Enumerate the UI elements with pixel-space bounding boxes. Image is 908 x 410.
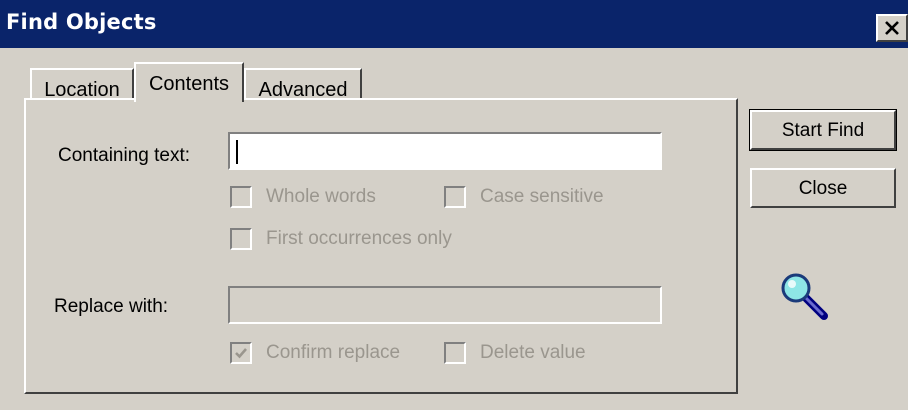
find-objects-dialog: Find Objects Location Contents Advanced … (0, 0, 908, 410)
tab-contents-label: Contents (148, 73, 230, 95)
case-sensitive-label: Case sensitive (480, 186, 604, 207)
tab-location[interactable]: Location (30, 68, 134, 101)
containing-text-label: Containing text: (58, 145, 191, 166)
first-occurrences-checkbox[interactable]: First occurrences only (230, 228, 452, 250)
delete-value-label: Delete value (480, 342, 586, 363)
text-cursor (236, 140, 238, 164)
magnifier-icon (781, 273, 828, 320)
first-occurrences-box (230, 228, 252, 250)
case-sensitive-box (444, 186, 466, 208)
containing-text-input[interactable] (228, 132, 662, 170)
title-bar: Find Objects (0, 0, 908, 48)
first-occurrences-label: First occurrences only (266, 228, 452, 249)
confirm-replace-box (230, 342, 252, 364)
replace-with-label: Replace with: (54, 296, 169, 317)
replace-with-input[interactable] (228, 286, 662, 324)
confirm-replace-label: Confirm replace (266, 342, 401, 363)
whole-words-checkbox[interactable]: Whole words (230, 186, 376, 208)
whole-words-label: Whole words (266, 186, 376, 207)
close-label: Close (798, 178, 848, 199)
case-sensitive-checkbox[interactable]: Case sensitive (444, 186, 604, 208)
tab-advanced[interactable]: Advanced (244, 68, 362, 101)
confirm-replace-checkbox[interactable]: Confirm replace (230, 342, 400, 364)
tab-contents[interactable]: Contents (134, 62, 244, 102)
delete-value-box (444, 342, 466, 364)
window-title: Find Objects (6, 10, 157, 34)
start-find-button[interactable]: Start Find (749, 109, 897, 151)
delete-value-checkbox[interactable]: Delete value (444, 342, 586, 364)
start-find-label: Start Find (781, 120, 865, 141)
close-button[interactable]: Close (750, 168, 896, 208)
close-icon (885, 21, 899, 35)
close-window-button[interactable] (876, 14, 908, 42)
checkmark-icon (235, 348, 247, 359)
whole-words-box (230, 186, 252, 208)
